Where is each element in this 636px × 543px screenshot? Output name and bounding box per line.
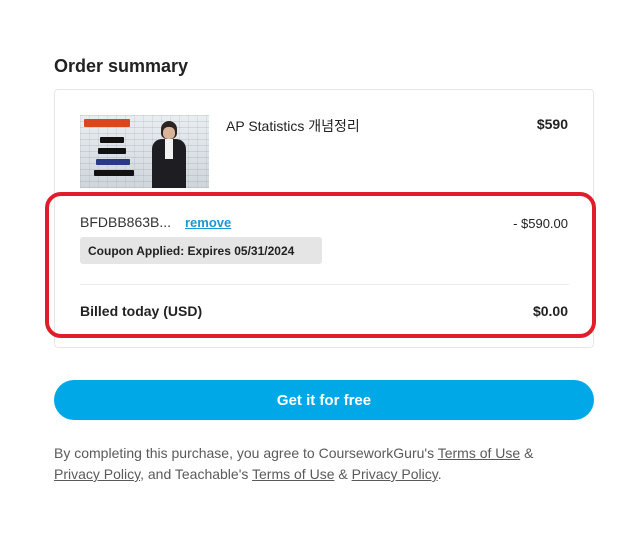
teachable-terms-link[interactable]: Terms of Use <box>252 466 334 482</box>
coupon-code: BFDBB863B... <box>80 214 172 230</box>
legal-amp: & <box>520 445 534 461</box>
coupon-discount: - $590.00 <box>513 216 568 231</box>
thumbnail-instructor <box>152 121 186 188</box>
remove-coupon-link[interactable]: remove <box>185 215 231 230</box>
legal-prefix: By completing this purchase, you agree t… <box>54 445 438 461</box>
order-summary-heading: Order summary <box>54 56 189 76</box>
product-price: $590 <box>536 116 568 132</box>
divider <box>80 284 569 285</box>
thumbnail-tag <box>96 159 130 165</box>
get-it-for-free-button[interactable]: Get it for free <box>54 380 594 420</box>
courseworkguru-privacy-link[interactable]: Privacy Policy <box>54 466 140 482</box>
courseworkguru-terms-link[interactable]: Terms of Use <box>438 445 520 461</box>
legal-suffix: . <box>437 466 442 482</box>
product-title: AP Statistics 개념정리 <box>226 118 360 134</box>
order-summary-card: AP Statistics 개념정리 $590 BFDBB863B... rem… <box>54 89 594 348</box>
billed-today-amount: $0.00 <box>532 303 568 319</box>
billed-today-label: Billed today (USD) <box>80 303 203 319</box>
thumbnail-tag <box>98 148 126 154</box>
legal-disclaimer: By completing this purchase, you agree t… <box>54 443 574 485</box>
thumbnail-tag <box>94 170 134 176</box>
thumbnail-logo <box>84 119 130 127</box>
teachable-privacy-link[interactable]: Privacy Policy <box>352 466 438 482</box>
legal-middle: , and Teachable's <box>140 466 253 482</box>
course-thumbnail-image <box>80 115 209 188</box>
legal-amp: & <box>334 466 352 482</box>
thumbnail-tag <box>100 137 124 143</box>
coupon-applied-badge: Coupon Applied: Expires 05/31/2024 <box>80 237 322 264</box>
